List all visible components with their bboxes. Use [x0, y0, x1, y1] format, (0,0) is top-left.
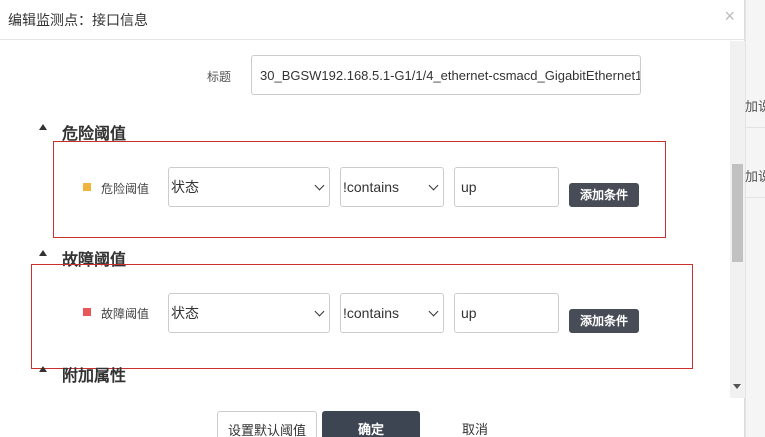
fault-square-icon	[83, 308, 91, 316]
chevron-down-icon	[428, 306, 439, 317]
chevron-down-icon	[314, 306, 325, 317]
dialog-title: 编辑监测点：接口信息	[8, 12, 148, 28]
fault-value-input[interactable]: up	[454, 293, 559, 333]
dialog-header: 编辑监测点：接口信息 ×	[0, 0, 745, 40]
close-icon[interactable]: ×	[724, 6, 735, 27]
danger-operator-select[interactable]: !contains	[340, 167, 444, 207]
chevron-down-icon	[428, 180, 439, 191]
fault-field-select[interactable]: 状态	[168, 293, 330, 333]
scrollbar-thumb[interactable]	[732, 164, 743, 262]
edit-monitor-dialog: 编辑监测点：接口信息 × 标题 30_BGSW192.168.5.1-G1/1/…	[0, 0, 745, 437]
extra-section-heading: 附加属性	[62, 368, 127, 385]
danger-field-value: 状态	[171, 179, 199, 195]
danger-operator-value: !contains	[343, 179, 400, 195]
set-default-threshold-button[interactable]: 设置默认阈值	[217, 411, 317, 437]
danger-square-icon	[83, 183, 91, 191]
collapse-triangle-icon[interactable]	[39, 250, 47, 256]
fault-operator-select[interactable]: !contains	[340, 293, 444, 333]
scroll-down-arrow-icon[interactable]	[733, 384, 741, 389]
danger-field-select[interactable]: 状态	[168, 167, 330, 207]
danger-value-input[interactable]: up	[454, 167, 559, 207]
fault-add-condition-button[interactable]: 添加条件	[569, 309, 639, 333]
danger-add-condition-button[interactable]: 添加条件	[569, 183, 639, 207]
background-cell: 加说	[745, 80, 765, 128]
title-input[interactable]: 30_BGSW192.168.5.1-G1/1/4_ethernet-csmac…	[251, 55, 641, 95]
fault-field-value: 状态	[171, 305, 199, 321]
background-cell: 加说	[745, 150, 765, 198]
background-page: 加说 加说	[745, 0, 765, 437]
title-label: 标题	[207, 70, 232, 84]
cancel-button[interactable]: 取消	[430, 411, 520, 437]
collapse-triangle-icon[interactable]	[39, 124, 47, 130]
chevron-down-icon	[314, 180, 325, 191]
confirm-button[interactable]: 确定	[322, 411, 420, 437]
collapse-triangle-icon[interactable]	[39, 366, 47, 372]
dialog-body: 标题 30_BGSW192.168.5.1-G1/1/4_ethernet-cs…	[0, 41, 730, 398]
fault-operator-value: !contains	[343, 305, 400, 321]
fault-rule-label: 故障阈值	[101, 307, 150, 321]
danger-rule-label: 危险阈值	[101, 182, 150, 196]
